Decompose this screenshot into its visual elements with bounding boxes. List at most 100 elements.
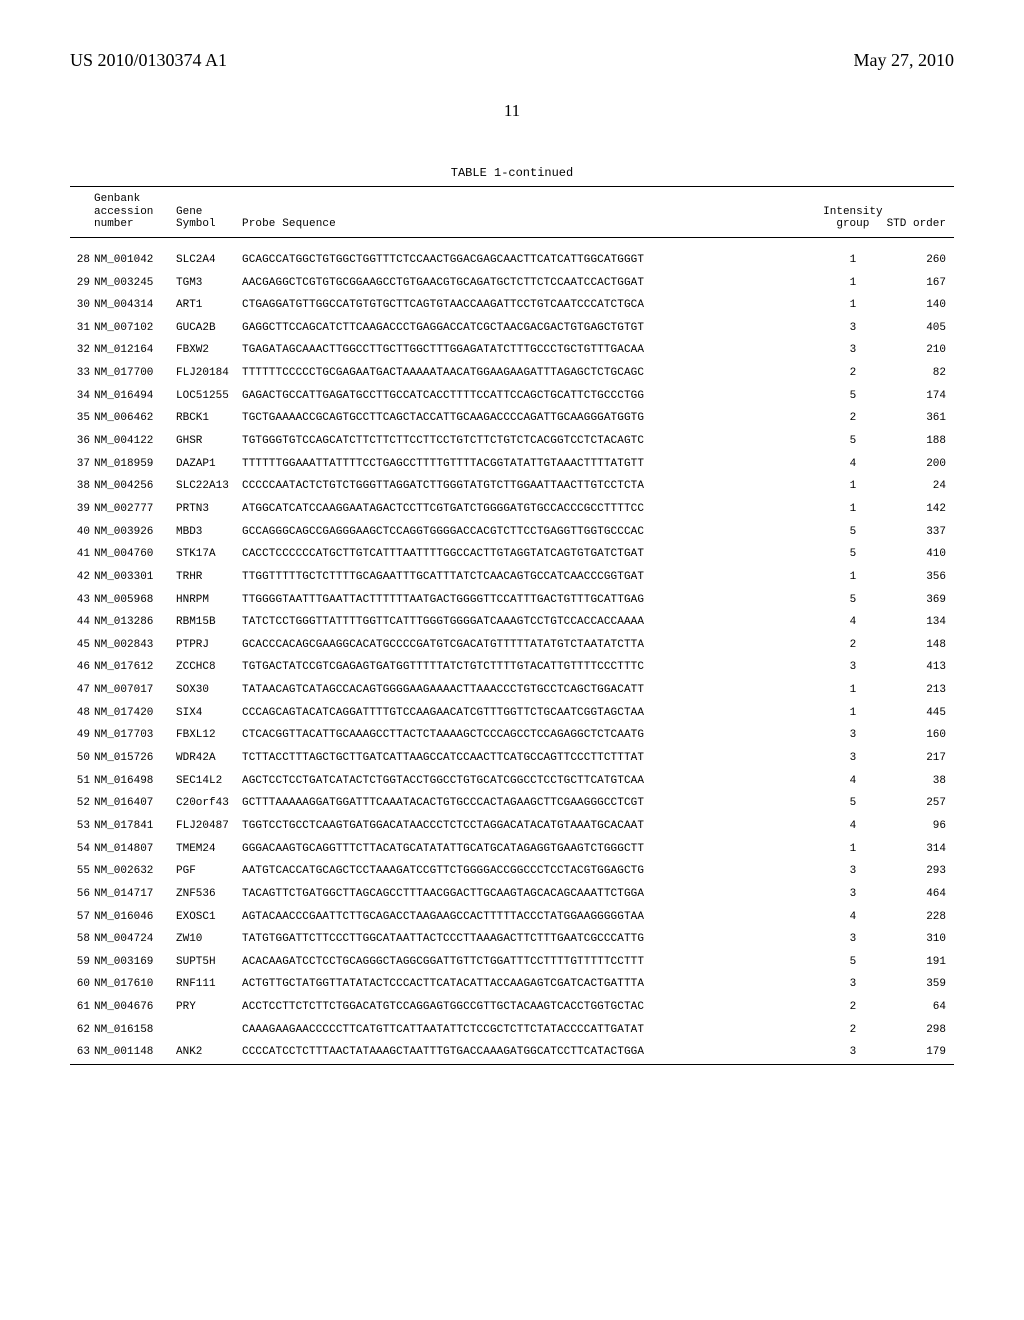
gene-symbol: SEC14L2 — [176, 770, 242, 793]
row-index: 29 — [70, 272, 94, 295]
col-gene-symbol: Gene Symbol — [176, 187, 242, 237]
row-index: 47 — [70, 679, 94, 702]
table-row: 41NM_004760STK17ACACCTCCCCCCATGCTTGTCATT… — [70, 543, 954, 566]
row-index: 51 — [70, 770, 94, 793]
row-index: 54 — [70, 838, 94, 861]
gene-symbol: PRY — [176, 996, 242, 1019]
probe-sequence: TTTTTTGGAAATTATTTTCCTGAGCCTTTTGTTTTACGGT… — [242, 453, 823, 476]
gene-symbol: SLC2A4 — [176, 237, 242, 271]
probe-sequence: TATGTGGATTCTTCCCTTGGCATAATTACTCCCTTAAAGA… — [242, 928, 823, 951]
accession-number: NM_016158 — [94, 1019, 176, 1042]
probe-sequence: GCAGCCATGGCTGTGGCTGGTTTCTCCAACTGGACGAGCA… — [242, 237, 823, 271]
table-row: 60NM_017610RNF111ACTGTTGCTATGGTTATATACTC… — [70, 973, 954, 996]
std-order: 356 — [887, 566, 954, 589]
table-row: 51NM_016498SEC14L2AGCTCCTCCTGATCATACTCTG… — [70, 770, 954, 793]
probe-sequence: TGAGATAGCAAACTTGGCCTTGCTTGGCTTTGGAGATATC… — [242, 339, 823, 362]
table-row: 29NM_003245TGM3AACGAGGCTCGTGTGCGGAAGCCTG… — [70, 272, 954, 295]
table-row: 44NM_013286RBM15BTATCTCCTGGGTTATTTTGGTTC… — [70, 611, 954, 634]
std-order: 310 — [887, 928, 954, 951]
probe-sequence: TTTTTTCCCCCTGCGAGAATGACTAAAAATAACATGGAAG… — [242, 362, 823, 385]
probe-sequence: CTGAGGATGTTGGCCATGTGTGCTTCAGTGTAACCAAGAT… — [242, 294, 823, 317]
row-index: 38 — [70, 475, 94, 498]
probe-sequence: TGGTCCTGCCTCAAGTGATGGACATAACCCTCTCCTAGGA… — [242, 815, 823, 838]
accession-number: NM_004760 — [94, 543, 176, 566]
std-order: 314 — [887, 838, 954, 861]
probe-sequence: TATCTCCTGGGTTATTTTGGTTCATTTGGGTGGGGATCAA… — [242, 611, 823, 634]
gene-symbol: HNRPM — [176, 589, 242, 612]
row-index: 61 — [70, 996, 94, 1019]
std-order: 369 — [887, 589, 954, 612]
gene-symbol: TRHR — [176, 566, 242, 589]
gene-symbol: PRTN3 — [176, 498, 242, 521]
intensity-group: 1 — [823, 498, 886, 521]
std-order: 167 — [887, 272, 954, 295]
row-index: 57 — [70, 906, 94, 929]
std-order: 134 — [887, 611, 954, 634]
intensity-group: 1 — [823, 838, 886, 861]
gene-symbol: RBCK1 — [176, 407, 242, 430]
row-index: 53 — [70, 815, 94, 838]
row-index: 43 — [70, 589, 94, 612]
accession-number: NM_007102 — [94, 317, 176, 340]
row-index: 55 — [70, 860, 94, 883]
intensity-group: 2 — [823, 996, 886, 1019]
std-order: 148 — [887, 634, 954, 657]
gene-symbol: ZCCHC8 — [176, 656, 242, 679]
accession-number: NM_017612 — [94, 656, 176, 679]
row-index: 39 — [70, 498, 94, 521]
table-row: 40NM_003926MBD3GCCAGGGCAGCCGAGGGAAGCTCCA… — [70, 521, 954, 544]
probe-sequence: CAAAGAAGAACCCCCTTCATGTTCATTAATATTCTCCGCT… — [242, 1019, 823, 1042]
probe-sequence: CCCCATCCTCTTTAACTATAAAGCTAATTTGTGACCAAAG… — [242, 1041, 823, 1064]
intensity-group: 5 — [823, 430, 886, 453]
gene-symbol: EXOSC1 — [176, 906, 242, 929]
intensity-group: 1 — [823, 702, 886, 725]
intensity-group: 1 — [823, 237, 886, 271]
gene-symbol: FBXL12 — [176, 724, 242, 747]
table-row: 43NM_005968HNRPMTTGGGGTAATTTGAATTACTTTTT… — [70, 589, 954, 612]
row-index: 42 — [70, 566, 94, 589]
intensity-group: 2 — [823, 1019, 886, 1042]
gene-symbol: GHSR — [176, 430, 242, 453]
row-index: 63 — [70, 1041, 94, 1064]
std-order: 200 — [887, 453, 954, 476]
table-row: 30NM_004314ART1CTGAGGATGTTGGCCATGTGTGCTT… — [70, 294, 954, 317]
intensity-group: 3 — [823, 928, 886, 951]
intensity-group: 5 — [823, 792, 886, 815]
probe-sequence: AATGTCACCATGCAGCTCCTAAAGATCCGTTCTGGGGACC… — [242, 860, 823, 883]
row-index: 52 — [70, 792, 94, 815]
accession-number: NM_003245 — [94, 272, 176, 295]
intensity-group: 3 — [823, 883, 886, 906]
row-index: 60 — [70, 973, 94, 996]
probe-sequence: GCACCCACAGCGAAGGCACATGCCCCGATGTCGACATGTT… — [242, 634, 823, 657]
gene-symbol: RNF111 — [176, 973, 242, 996]
accession-number: NM_001148 — [94, 1041, 176, 1064]
accession-number: NM_004122 — [94, 430, 176, 453]
std-order: 140 — [887, 294, 954, 317]
accession-number: NM_016494 — [94, 385, 176, 408]
row-index: 62 — [70, 1019, 94, 1042]
gene-symbol: MBD3 — [176, 521, 242, 544]
row-index: 40 — [70, 521, 94, 544]
intensity-group: 1 — [823, 475, 886, 498]
publication-date: May 27, 2010 — [854, 50, 955, 71]
intensity-group: 4 — [823, 906, 886, 929]
table-row: 62NM_016158 CAAAGAAGAACCCCCTTCATGTTCATTAA… — [70, 1019, 954, 1042]
std-order: 361 — [887, 407, 954, 430]
intensity-group: 5 — [823, 543, 886, 566]
std-order: 142 — [887, 498, 954, 521]
accession-number: NM_017700 — [94, 362, 176, 385]
std-order: 24 — [887, 475, 954, 498]
accession-number: NM_017420 — [94, 702, 176, 725]
accession-number: NM_004256 — [94, 475, 176, 498]
table-row: 33NM_017700FLJ20184TTTTTTCCCCCTGCGAGAATG… — [70, 362, 954, 385]
table-body: 28NM_001042SLC2A4GCAGCCATGGCTGTGGCTGGTTT… — [70, 237, 954, 1064]
accession-number: NM_007017 — [94, 679, 176, 702]
row-index: 35 — [70, 407, 94, 430]
gene-symbol: GUCA2B — [176, 317, 242, 340]
gene-symbol: TMEM24 — [176, 838, 242, 861]
intensity-group: 3 — [823, 724, 886, 747]
table-row: 56NM_014717ZNF536TACAGTTCTGATGGCTTAGCAGC… — [70, 883, 954, 906]
col-intensity-group: Intensity group — [823, 187, 886, 237]
intensity-group: 2 — [823, 407, 886, 430]
gene-symbol: ART1 — [176, 294, 242, 317]
